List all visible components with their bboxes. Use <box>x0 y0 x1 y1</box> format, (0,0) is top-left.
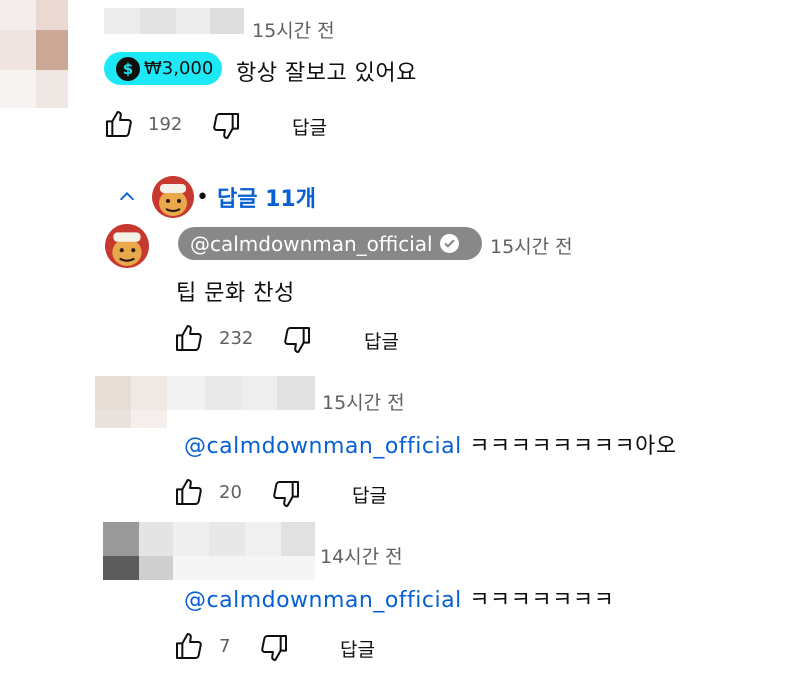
reply-button[interactable]: 답글 <box>364 327 399 354</box>
reply-text: @calmdownman_official ㅋㅋㅋㅋㅋㅋㅋㅋ아오 <box>184 428 677 460</box>
reply-timestamp[interactable]: 15시간 전 <box>490 232 573 259</box>
reply-text: 팁 문화 찬성 <box>176 281 295 306</box>
mention-link[interactable]: @calmdownman_official <box>184 588 462 613</box>
like-count: 192 <box>148 114 183 135</box>
separator-dot: • <box>196 184 209 210</box>
reply-button[interactable]: 답글 <box>292 113 327 140</box>
super-thanks-amount: ₩3,000 <box>144 58 214 79</box>
channel-owner-avatar <box>152 176 194 218</box>
like-count: 20 <box>219 482 242 503</box>
dislike-icon[interactable] <box>210 110 242 142</box>
dislike-icon[interactable] <box>270 478 302 510</box>
mention-link[interactable]: @calmdownman_official <box>184 434 462 459</box>
reply-button[interactable]: 답글 <box>352 481 387 508</box>
like-icon[interactable] <box>173 322 205 354</box>
dollar-coin-icon: $ <box>116 56 140 81</box>
comment-timestamp[interactable]: 15시간 전 <box>252 16 335 43</box>
dislike-icon[interactable] <box>281 324 313 356</box>
author-name: @calmdownman_official <box>190 231 433 256</box>
like-count: 7 <box>219 636 231 657</box>
replies-count-label: 답글 11개 <box>216 187 316 212</box>
reply-timestamp[interactable]: 14시간 전 <box>320 542 403 569</box>
like-count: 232 <box>219 328 254 349</box>
reply-text: @calmdownman_official ㅋㅋㅋㅋㅋㅋㅋ <box>184 582 614 614</box>
comment-text: 항상 잘보고 있어요 <box>236 61 417 86</box>
reply-button[interactable]: 답글 <box>340 635 375 662</box>
channel-owner-avatar[interactable] <box>105 224 149 268</box>
check-circle-icon <box>439 234 459 253</box>
like-icon[interactable] <box>103 108 135 140</box>
super-thanks-badge: $ ₩3,000 <box>104 52 222 85</box>
like-icon[interactable] <box>173 476 205 508</box>
reply-message: ㅋㅋㅋㅋㅋㅋㅋㅋ아오 <box>461 434 677 459</box>
chevron-up-icon <box>116 186 138 208</box>
reply-message: ㅋㅋㅋㅋㅋㅋㅋ <box>461 588 615 613</box>
replies-toggle[interactable]: • 답글 11개 <box>116 176 316 218</box>
like-icon[interactable] <box>173 630 205 662</box>
dislike-icon[interactable] <box>258 632 290 664</box>
owner-author-badge[interactable]: @calmdownman_official <box>178 227 482 260</box>
reply-timestamp[interactable]: 15시간 전 <box>322 388 405 415</box>
